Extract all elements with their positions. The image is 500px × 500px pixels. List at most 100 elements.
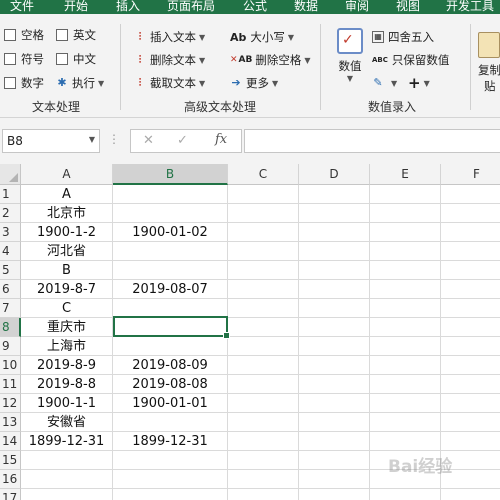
cell-e13[interactable] — [370, 413, 441, 432]
cell-a2[interactable]: 北京市 — [21, 204, 113, 223]
cell-c11[interactable] — [228, 375, 299, 394]
delete-text-button[interactable]: ⫶ 删除文本 ▼ — [134, 51, 206, 69]
cell-e12[interactable] — [370, 394, 441, 413]
checkbox-english[interactable]: 英文 — [56, 26, 96, 44]
row-header[interactable]: 1 — [0, 185, 21, 204]
column-header-d[interactable]: D — [299, 164, 370, 185]
cell-d15[interactable] — [299, 451, 370, 470]
cell-f17[interactable] — [441, 489, 500, 500]
cell-b1[interactable] — [113, 185, 228, 204]
tab-file[interactable]: 文件 — [10, 0, 34, 14]
cell-d14[interactable] — [299, 432, 370, 451]
cell-a7[interactable]: C — [21, 299, 113, 318]
cell-a13[interactable]: 安徽省 — [21, 413, 113, 432]
cell-c8[interactable] — [228, 318, 299, 337]
name-box[interactable]: B8 ▼ — [2, 129, 100, 153]
cell-c6[interactable] — [228, 280, 299, 299]
delete-spaces-button[interactable]: ✕ AB 删除空格 ▼ — [230, 51, 311, 69]
cell-f13[interactable] — [441, 413, 500, 432]
cell-f7[interactable] — [441, 299, 500, 318]
cell-d12[interactable] — [299, 394, 370, 413]
row-header[interactable]: 7 — [0, 299, 21, 318]
cell-c15[interactable] — [228, 451, 299, 470]
cell-d11[interactable] — [299, 375, 370, 394]
cell-b10[interactable]: 2019-08-09 — [113, 356, 228, 375]
cell-a5[interactable]: B — [21, 261, 113, 280]
cell-c12[interactable] — [228, 394, 299, 413]
row-header[interactable]: 3 — [0, 223, 21, 242]
cell-c4[interactable] — [228, 242, 299, 261]
cell-f10[interactable] — [441, 356, 500, 375]
cell-a6[interactable]: 2019-8-7 — [21, 280, 113, 299]
cell-a15[interactable] — [21, 451, 113, 470]
case-button[interactable]: Ab 大小写 ▼ — [230, 28, 294, 46]
cell-b16[interactable] — [113, 470, 228, 489]
cell-c1[interactable] — [228, 185, 299, 204]
cell-e1[interactable] — [370, 185, 441, 204]
column-header-c[interactable]: C — [228, 164, 299, 185]
cell-a14[interactable]: 1899-12-31 — [21, 432, 113, 451]
cell-e9[interactable] — [370, 337, 441, 356]
cell-d2[interactable] — [299, 204, 370, 223]
cell-a10[interactable]: 2019-8-9 — [21, 356, 113, 375]
cell-e11[interactable] — [370, 375, 441, 394]
tab-review[interactable]: 审阅 — [345, 0, 369, 14]
checkbox-number[interactable]: 数字 — [4, 74, 44, 92]
tab-page-layout[interactable]: 页面布局 — [167, 0, 215, 14]
row-header[interactable]: 12 — [0, 394, 21, 413]
formula-input[interactable] — [244, 129, 500, 153]
keep-numbers-button[interactable]: ABC 只保留数值 — [372, 51, 449, 69]
cell-d1[interactable] — [299, 185, 370, 204]
row-header[interactable]: 4 — [0, 242, 21, 261]
cell-d17[interactable] — [299, 489, 370, 500]
row-header[interactable]: 15 — [0, 451, 21, 470]
insert-text-button[interactable]: ⫶ 插入文本 ▼ — [134, 28, 206, 46]
cell-f3[interactable] — [441, 223, 500, 242]
cell-c14[interactable] — [228, 432, 299, 451]
extract-text-button[interactable]: ⫶ 截取文本 ▼ — [134, 74, 206, 92]
execute-button[interactable]: ✱ 执行 ▼ — [56, 74, 104, 92]
cancel-icon[interactable]: ✕ — [143, 133, 154, 148]
cell-d13[interactable] — [299, 413, 370, 432]
cell-d10[interactable] — [299, 356, 370, 375]
cell-c13[interactable] — [228, 413, 299, 432]
cell-e8[interactable] — [370, 318, 441, 337]
cell-b17[interactable] — [113, 489, 228, 500]
cell-c10[interactable] — [228, 356, 299, 375]
row-header[interactable]: 9 — [0, 337, 21, 356]
cell-f14[interactable] — [441, 432, 500, 451]
cell-f1[interactable] — [441, 185, 500, 204]
cell-c16[interactable] — [228, 470, 299, 489]
cell-d4[interactable] — [299, 242, 370, 261]
cell-b13[interactable] — [113, 413, 228, 432]
row-header[interactable]: 10 — [0, 356, 21, 375]
cell-a3[interactable]: 1900-1-2 — [21, 223, 113, 242]
cell-a4[interactable]: 河北省 — [21, 242, 113, 261]
checkbox-chinese[interactable]: 中文 — [56, 50, 96, 68]
cell-b11[interactable]: 2019-08-08 — [113, 375, 228, 394]
tab-view[interactable]: 视图 — [396, 0, 420, 14]
column-header-e[interactable]: E — [370, 164, 441, 185]
cell-b15[interactable] — [113, 451, 228, 470]
tab-developer[interactable]: 开发工具 — [446, 0, 494, 14]
row-header[interactable]: 6 — [0, 280, 21, 299]
cell-c5[interactable] — [228, 261, 299, 280]
cell-d9[interactable] — [299, 337, 370, 356]
cell-c7[interactable] — [228, 299, 299, 318]
cell-e14[interactable] — [370, 432, 441, 451]
cell-a9[interactable]: 上海市 — [21, 337, 113, 356]
cell-a1[interactable]: A — [21, 185, 113, 204]
cell-b4[interactable] — [113, 242, 228, 261]
cell-f9[interactable] — [441, 337, 500, 356]
cell-e4[interactable] — [370, 242, 441, 261]
tab-home[interactable]: 开始 — [64, 0, 88, 14]
chevron-down-icon[interactable]: ▼ — [89, 135, 95, 144]
cell-c2[interactable] — [228, 204, 299, 223]
cell-d16[interactable] — [299, 470, 370, 489]
cell-f4[interactable] — [441, 242, 500, 261]
tab-formulas[interactable]: 公式 — [243, 0, 267, 14]
active-cell-outline[interactable] — [113, 316, 230, 339]
cell-f8[interactable] — [441, 318, 500, 337]
cell-f6[interactable] — [441, 280, 500, 299]
cell-b5[interactable] — [113, 261, 228, 280]
